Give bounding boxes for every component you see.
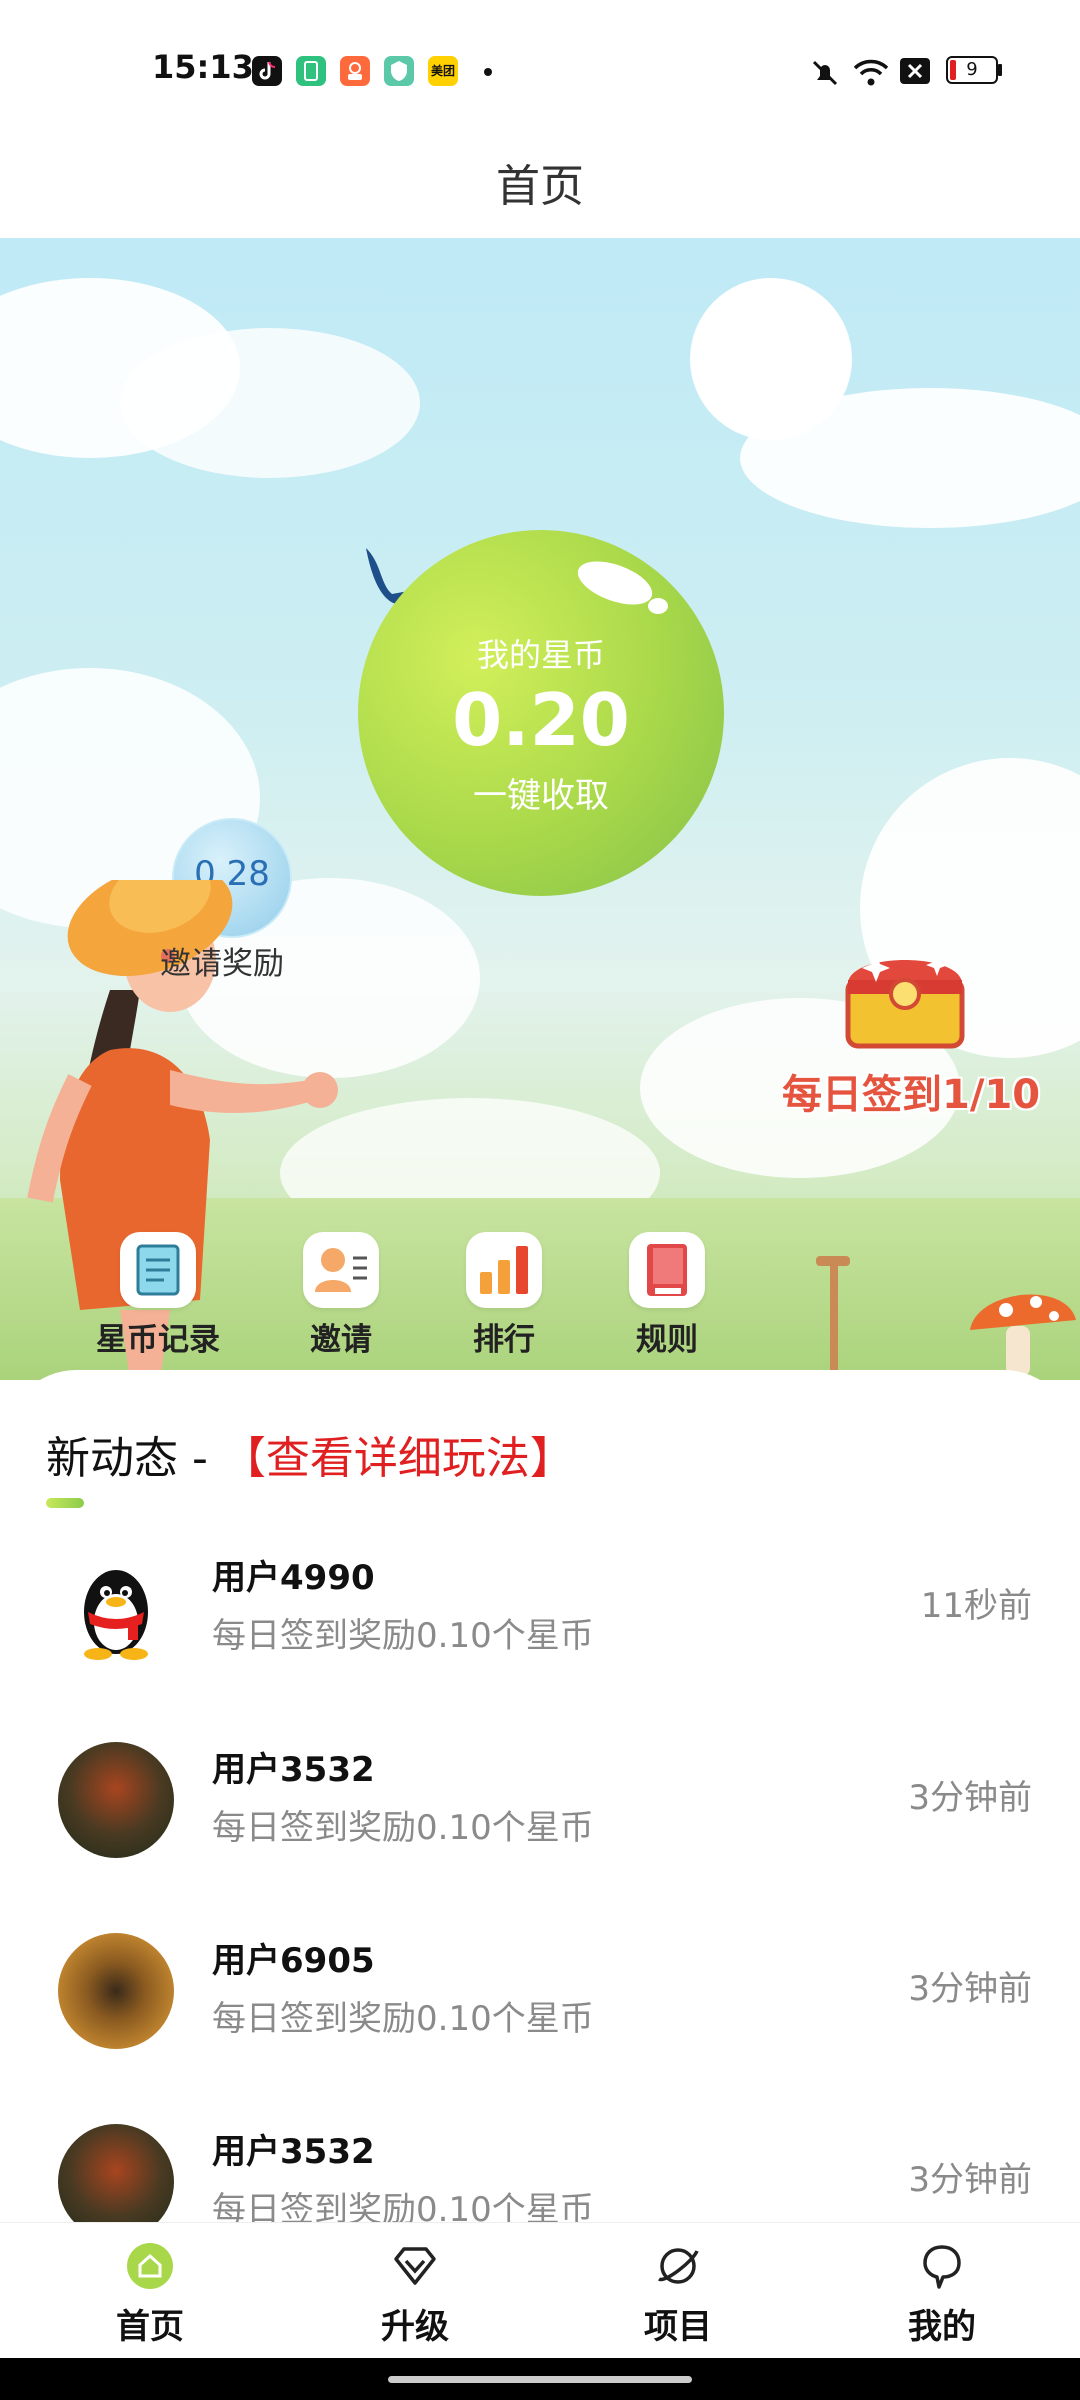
tab-projects[interactable]: 项目 (578, 2241, 778, 2348)
feed-username: 用户4990 (212, 1558, 375, 1598)
tiktok-icon (252, 56, 282, 86)
highlight (572, 552, 658, 614)
wifi-icon (852, 56, 890, 94)
title-underline (46, 1498, 84, 1508)
quick-menu-invite[interactable]: 邀请 (271, 1232, 411, 1359)
tab-home[interactable]: 首页 (50, 2241, 250, 2348)
feed-username: 用户3532 (212, 1750, 375, 1790)
highlight (648, 598, 668, 614)
avatar (58, 1742, 174, 1858)
invite-reward-label: 邀请奖励 (160, 946, 284, 982)
cloud (740, 388, 1080, 528)
quick-menu-label: 邀请 (310, 1322, 372, 1358)
gesture-bar (0, 2358, 1080, 2400)
battery-tip (998, 64, 1002, 76)
shovel-icon (810, 1252, 860, 1376)
activity-feed: 新动态 - 【查看详细玩法】 用户4990 每日签到奖励0.10个星币 11秒前… (6, 1370, 1074, 2310)
feed-description: 每日签到奖励0.10个星币 (212, 1616, 594, 1656)
daily-checkin-label[interactable]: 每日签到1/10 (782, 1062, 1040, 1120)
feed-username: 用户3532 (212, 2132, 375, 2172)
dot-icon (484, 68, 492, 76)
orange-app-icon (340, 56, 370, 86)
list-item: 用户3532 每日签到奖励0.10个星币 3分钟前 (6, 1712, 1074, 1902)
feed-time: 3分钟前 (908, 2160, 1032, 2200)
cloud (120, 328, 420, 478)
diamond-icon (390, 2241, 440, 2291)
shield-app-icon (384, 56, 414, 86)
mushroom-icon (966, 1280, 1076, 1384)
feed-username: 用户6905 (212, 1941, 375, 1981)
quick-menu-label: 星币记录 (96, 1322, 220, 1358)
profile-icon (917, 2241, 967, 2291)
tab-label: 升级 (381, 2307, 449, 2347)
tab-profile[interactable]: 我的 (842, 2241, 1042, 2348)
home-icon (125, 2241, 175, 2291)
feed-time: 11秒前 (920, 1586, 1032, 1626)
header: 首页 (0, 140, 1080, 238)
collect-all-label: 一键收取 (473, 776, 609, 816)
meituan-icon: 美团 (428, 56, 458, 86)
rules-book-icon (629, 1232, 705, 1308)
feed-description: 每日签到奖励0.10个星币 (212, 1808, 594, 1848)
view-details-link[interactable]: 【查看详细玩法】 (222, 1433, 574, 1484)
green-app-icon (296, 56, 326, 86)
quick-menu-label: 排行 (473, 1322, 535, 1358)
treasure-chest-icon[interactable] (842, 940, 968, 1052)
feed-title-text: 新动态 - (46, 1433, 222, 1484)
feed-time: 3分钟前 (908, 1969, 1032, 2009)
home-indicator[interactable] (388, 2376, 692, 2383)
battery-level: 9 (966, 59, 978, 80)
quick-menu-label: 规则 (636, 1322, 698, 1358)
quick-menu-ranking[interactable]: 排行 (434, 1232, 574, 1359)
tab-label: 我的 (908, 2307, 976, 2347)
status-bar: 15:13 美团 9 (0, 0, 1080, 140)
tab-label: 项目 (644, 2307, 712, 2347)
quick-menu-rules[interactable]: 规则 (597, 1232, 737, 1359)
invite-icon (303, 1232, 379, 1308)
list-item: 用户4990 每日签到奖励0.10个星币 11秒前 (6, 1520, 1074, 1710)
feed-description: 每日签到奖励0.10个星币 (212, 1999, 594, 2039)
feed-title: 新动态 - 【查看详细玩法】 (46, 1422, 574, 1486)
battery-icon: 9 (946, 56, 998, 84)
coin-label: 我的星币 (476, 636, 605, 674)
tab-label: 首页 (116, 2307, 184, 2347)
coin-value: 0.20 (452, 678, 630, 762)
tab-upgrade[interactable]: 升级 (315, 2241, 515, 2348)
bottom-tab-bar: 首页 升级 项目 我的 (0, 2222, 1080, 2359)
page-title: 首页 (496, 161, 584, 212)
mute-notification-icon (808, 56, 842, 94)
avatar (58, 1550, 174, 1666)
planet-icon (653, 2241, 703, 2291)
no-sim-icon (900, 58, 930, 84)
status-time: 15:13 (152, 48, 254, 86)
record-icon (120, 1232, 196, 1308)
my-coins-collect-button[interactable]: 我的星币 0.20 一键收取 (358, 530, 724, 896)
quick-menu-coin-record[interactable]: 星币记录 (88, 1232, 228, 1359)
list-item: 用户6905 每日签到奖励0.10个星币 3分钟前 (6, 1903, 1074, 2093)
ranking-icon (466, 1232, 542, 1308)
avatar (58, 1933, 174, 2049)
feed-time: 3分钟前 (908, 1778, 1032, 1818)
